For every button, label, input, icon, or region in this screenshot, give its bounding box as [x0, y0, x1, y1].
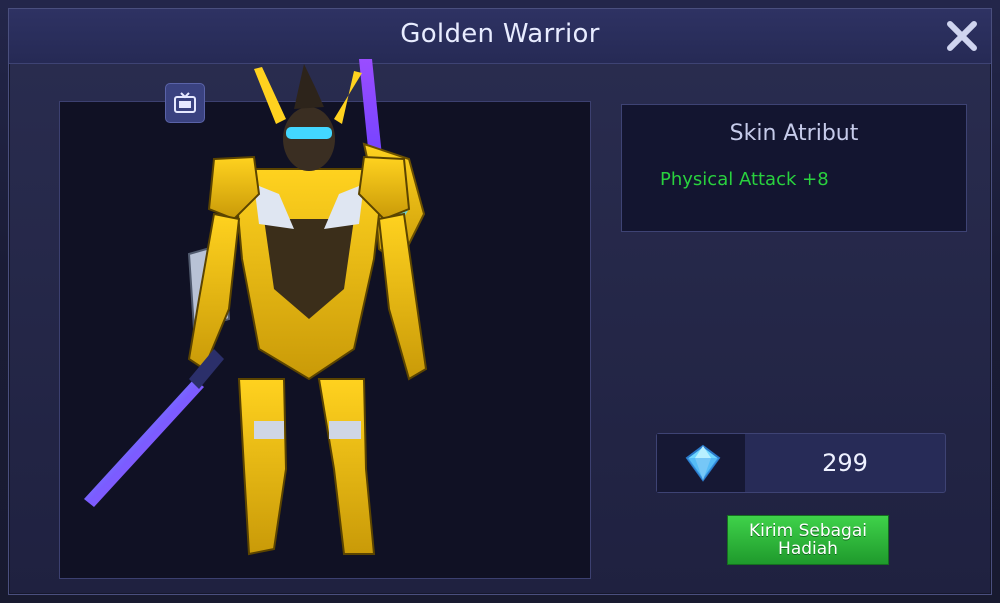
skin-dialog: Golden Warrior Skin Atribut Physical Att… [8, 8, 992, 595]
tv-icon [174, 92, 196, 113]
gift-button-label-line1: Kirim Sebagai [749, 521, 867, 541]
price-amount: 299 [822, 449, 868, 477]
price-icon-container [657, 434, 745, 492]
skin-attribute-panel: Skin Atribut Physical Attack +8 [621, 104, 967, 232]
attribute-item: Physical Attack +8 [660, 169, 829, 190]
attribute-heading: Skin Atribut [729, 121, 859, 146]
send-as-gift-button[interactable]: Kirim Sebagai Hadiah [727, 515, 889, 565]
price-display: 299 [656, 433, 946, 493]
hero-skin-image [84, 59, 428, 556]
dialog-title: Golden Warrior [400, 19, 600, 49]
video-preview-button[interactable] [165, 83, 205, 123]
gift-button-label-line2: Hadiah [778, 539, 838, 559]
close-button[interactable] [941, 15, 983, 57]
diamond-icon [685, 444, 721, 482]
close-icon [947, 21, 977, 51]
